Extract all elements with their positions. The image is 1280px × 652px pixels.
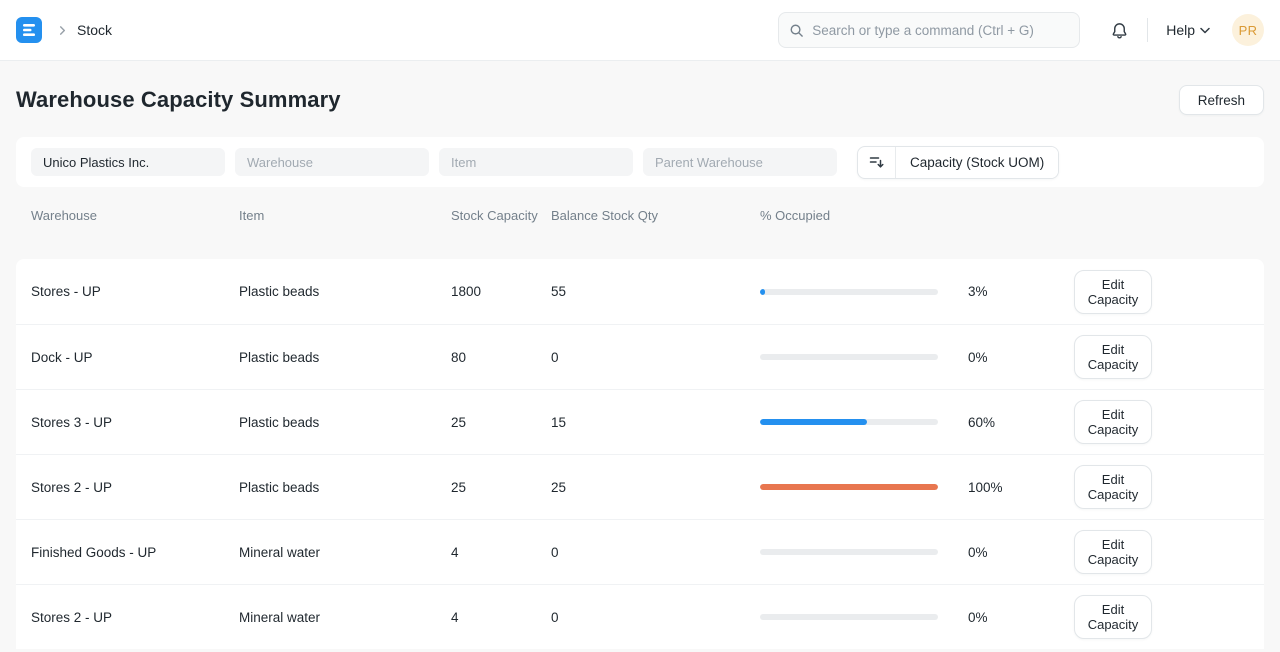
progress-track (760, 354, 938, 360)
occupancy-progress-bar (760, 549, 938, 555)
global-search[interactable] (778, 12, 1080, 48)
cell-warehouse: Stores 2 - UP (31, 610, 239, 625)
occupancy-progress-bar (760, 354, 938, 360)
cell-warehouse: Finished Goods - UP (31, 545, 239, 560)
table-row: Stores 2 - UP Mineral water 4 0 0% Edit … (16, 584, 1264, 649)
cell-warehouse: Dock - UP (31, 350, 239, 365)
table-body: Stores - UP Plastic beads 1800 55 3% Edi… (16, 259, 1264, 649)
column-header-percent-occupied: % Occupied (760, 207, 938, 259)
cell-stock-capacity: 4 (451, 545, 551, 560)
edit-capacity-button[interactable]: Edit Capacity (1074, 400, 1152, 444)
progress-track (760, 419, 938, 425)
cell-item: Plastic beads (239, 415, 451, 430)
user-avatar[interactable]: PR (1232, 14, 1264, 46)
cell-percent-occupied: 0% (938, 545, 1038, 560)
sort-control: Capacity (Stock UOM) (857, 146, 1059, 179)
progress-track (760, 614, 938, 620)
app-logo[interactable] (16, 17, 42, 43)
progress-fill (760, 289, 765, 295)
cell-item: Mineral water (239, 545, 451, 560)
chevron-right-icon (58, 26, 67, 35)
refresh-button[interactable]: Refresh (1179, 85, 1264, 115)
edit-capacity-button[interactable]: Edit Capacity (1074, 530, 1152, 574)
cell-balance-stock-qty: 0 (551, 610, 760, 625)
column-header-item: Item (239, 207, 451, 259)
navbar-divider (1147, 18, 1148, 42)
table-row: Stores 2 - UP Plastic beads 25 25 100% E… (16, 454, 1264, 519)
cell-item: Plastic beads (239, 350, 451, 365)
column-header-stock-capacity: Stock Capacity (451, 207, 551, 259)
cell-stock-capacity: 25 (451, 480, 551, 495)
company-filter-input[interactable] (31, 148, 225, 176)
table-row: Dock - UP Plastic beads 80 0 0% Edit Cap… (16, 324, 1264, 389)
cell-balance-stock-qty: 25 (551, 480, 760, 495)
column-header-warehouse: Warehouse (31, 207, 239, 259)
cell-warehouse: Stores - UP (31, 284, 239, 299)
cell-balance-stock-qty: 55 (551, 284, 760, 299)
cell-stock-capacity: 80 (451, 350, 551, 365)
cell-stock-capacity: 4 (451, 610, 551, 625)
cell-item: Plastic beads (239, 284, 451, 299)
filter-bar: Capacity (Stock UOM) (16, 137, 1264, 187)
cell-balance-stock-qty: 0 (551, 350, 760, 365)
progress-track (760, 549, 938, 555)
notifications-bell-icon[interactable] (1110, 21, 1129, 40)
table-row: Finished Goods - UP Mineral water 4 0 0%… (16, 519, 1264, 584)
help-label: Help (1166, 22, 1195, 38)
occupancy-progress-bar (760, 289, 938, 295)
table-row: Stores 3 - UP Plastic beads 25 15 60% Ed… (16, 389, 1264, 454)
table-header: Warehouse Item Stock Capacity Balance St… (16, 187, 1264, 259)
parent-warehouse-filter-input[interactable] (643, 148, 837, 176)
page-head: Warehouse Capacity Summary Refresh (0, 61, 1280, 137)
edit-capacity-button[interactable]: Edit Capacity (1074, 595, 1152, 639)
erpnext-logo-icon (22, 23, 36, 37)
sort-field-button[interactable]: Capacity (Stock UOM) (896, 147, 1058, 178)
cell-item: Mineral water (239, 610, 451, 625)
cell-percent-occupied: 0% (938, 610, 1038, 625)
cell-percent-occupied: 3% (938, 284, 1038, 299)
search-icon (789, 23, 804, 38)
cell-percent-occupied: 0% (938, 350, 1038, 365)
edit-capacity-button[interactable]: Edit Capacity (1074, 465, 1152, 509)
cell-stock-capacity: 25 (451, 415, 551, 430)
progress-fill (760, 419, 867, 425)
progress-track (760, 289, 938, 295)
page-title: Warehouse Capacity Summary (16, 87, 341, 113)
cell-percent-occupied: 60% (938, 415, 1038, 430)
cell-balance-stock-qty: 15 (551, 415, 760, 430)
navbar: Stock Help PR (0, 0, 1280, 61)
occupancy-progress-bar (760, 419, 938, 425)
cell-percent-occupied: 100% (938, 480, 1038, 495)
edit-capacity-button[interactable]: Edit Capacity (1074, 270, 1152, 314)
occupancy-progress-bar (760, 484, 938, 490)
occupancy-progress-bar (760, 614, 938, 620)
chevron-down-icon (1200, 27, 1210, 34)
search-input[interactable] (812, 23, 1069, 38)
column-header-balance-stock-qty: Balance Stock Qty (551, 207, 760, 259)
item-filter-input[interactable] (439, 148, 633, 176)
table-row: Stores - UP Plastic beads 1800 55 3% Edi… (16, 259, 1264, 324)
cell-item: Plastic beads (239, 480, 451, 495)
cell-warehouse: Stores 2 - UP (31, 480, 239, 495)
sort-descending-icon[interactable] (858, 147, 896, 178)
edit-capacity-button[interactable]: Edit Capacity (1074, 335, 1152, 379)
cell-stock-capacity: 1800 (451, 284, 551, 299)
cell-balance-stock-qty: 0 (551, 545, 760, 560)
progress-fill (760, 484, 938, 490)
help-menu[interactable]: Help (1166, 22, 1210, 38)
cell-warehouse: Stores 3 - UP (31, 415, 239, 430)
breadcrumb[interactable]: Stock (77, 22, 112, 38)
warehouse-filter-input[interactable] (235, 148, 429, 176)
progress-track (760, 484, 938, 490)
